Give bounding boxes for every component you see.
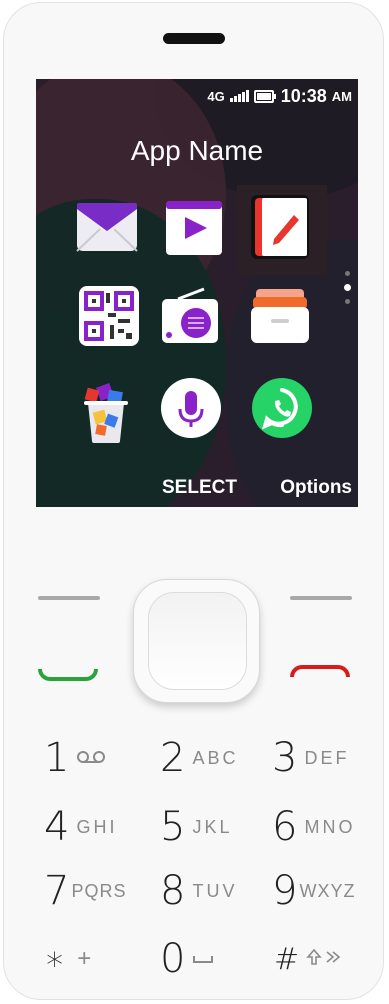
notes-app-icon[interactable] (248, 193, 312, 261)
right-softkey-button[interactable] (290, 596, 352, 600)
key-4[interactable]: 4 GHI (44, 804, 118, 850)
softkey-center-label: SELECT (162, 477, 237, 498)
page-dot (345, 271, 350, 276)
clock-ampm: AM (331, 88, 352, 104)
key-digit: 0 (160, 936, 186, 982)
battery-icon (253, 89, 276, 103)
wallpaper-shape (226, 239, 358, 507)
phone-body: 4G 10:38 AM App Name SELECT Options 1 2 … (3, 2, 384, 1000)
voice-assistant-app-icon[interactable] (160, 377, 222, 439)
space-icon (192, 949, 214, 970)
key-5[interactable]: 5 JKL (160, 804, 233, 850)
signal-icon (229, 90, 249, 102)
video-app-icon[interactable] (163, 197, 225, 259)
left-softkey-button[interactable] (38, 596, 100, 600)
key-letters: + (77, 945, 95, 972)
key-digit: 3 (272, 735, 298, 781)
key-digit: 8 (160, 868, 186, 914)
key-digit: 6 (272, 804, 298, 850)
key-8[interactable]: 8 TUV (160, 868, 238, 914)
status-bar: 4G 10:38 AM (207, 85, 352, 107)
end-call-button[interactable] (290, 665, 350, 677)
earpiece-speaker (163, 33, 225, 44)
key-digit: 1 (44, 735, 70, 781)
key-6[interactable]: 6 MNO (272, 804, 356, 850)
key-letters: PQRS (71, 880, 127, 901)
page-dot (345, 299, 350, 304)
key-7[interactable]: 7 PQRS (44, 868, 127, 914)
key-0[interactable]: 0 (160, 936, 214, 982)
key-digit: 7 (44, 868, 70, 914)
key-1[interactable]: 1 (44, 735, 106, 781)
dpad-center-select-button[interactable] (148, 592, 247, 690)
key-digit: 4 (44, 804, 70, 850)
key-9[interactable]: 9 WXYZ (272, 868, 356, 914)
key-digit: # (274, 941, 300, 977)
key-3[interactable]: 3 DEF (272, 735, 350, 781)
qr-scanner-app-icon[interactable] (78, 285, 140, 347)
softkey-right-label: Options (280, 477, 352, 498)
page-indicator (344, 271, 353, 321)
key-digit: 2 (160, 735, 186, 781)
network-type: 4G (207, 88, 225, 104)
page-dot-active (344, 284, 351, 291)
key-hash[interactable]: # (274, 937, 343, 981)
key-letters: DEF (304, 747, 350, 768)
key-digit: ∗ (44, 939, 66, 979)
dpad-navigation[interactable] (133, 579, 260, 703)
key-2[interactable]: 2 ABC (160, 735, 239, 781)
silent-mode-icon (325, 948, 343, 971)
email-app-icon[interactable] (76, 197, 138, 259)
key-letters: WXYZ (299, 880, 356, 901)
radio-app-icon[interactable] (160, 287, 222, 349)
key-letters: TUV (192, 880, 238, 901)
focused-app-name: App Name (130, 135, 264, 166)
key-digit: 5 (160, 804, 186, 850)
voicemail-icon (76, 748, 106, 769)
key-letters: ABC (192, 747, 239, 768)
key-digit: 9 (272, 868, 298, 914)
clock-time: 10:38 (280, 85, 327, 106)
file-box-app-icon[interactable] (249, 287, 311, 349)
key-letters: JKL (192, 816, 233, 837)
store-bag-app-icon[interactable] (78, 381, 134, 445)
whatsapp-app-icon[interactable] (251, 377, 313, 439)
key-star[interactable]: ∗ + (44, 937, 94, 981)
call-button[interactable] (38, 669, 98, 681)
phone-screen: 4G 10:38 AM App Name SELECT Options (36, 79, 358, 507)
softkey-bar: SELECT Options (36, 477, 358, 501)
shift-arrow-icon (306, 948, 322, 971)
key-letters: MNO (304, 816, 356, 837)
key-letters: GHI (76, 816, 118, 837)
